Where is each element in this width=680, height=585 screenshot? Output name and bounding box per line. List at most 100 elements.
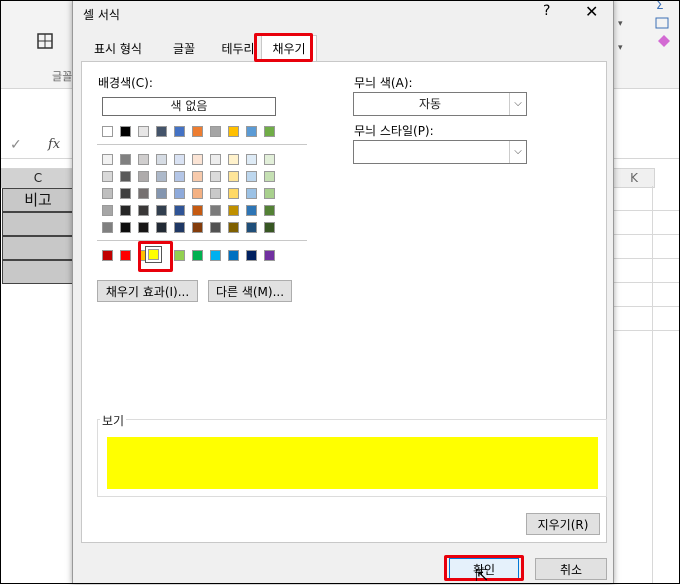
standard-color-swatch[interactable] — [192, 250, 203, 261]
tint-color-swatch[interactable] — [246, 205, 257, 216]
standard-color-swatch[interactable] — [264, 250, 275, 261]
grid-line — [613, 258, 680, 259]
tint-color-swatch[interactable] — [210, 205, 221, 216]
pattern-color-select[interactable]: 자동 ⌵ — [353, 92, 527, 116]
cell-c-header[interactable]: 비고 — [2, 188, 74, 212]
tint-color-swatch[interactable] — [174, 188, 185, 199]
theme-color-swatch[interactable] — [174, 126, 185, 137]
theme-color-swatch[interactable] — [264, 126, 275, 137]
standard-color-swatch[interactable] — [228, 250, 239, 261]
tint-color-swatch[interactable] — [120, 154, 131, 165]
tint-color-swatch[interactable] — [156, 188, 167, 199]
grid-line — [613, 330, 680, 331]
ribbon-right-tools: Σ ▾ ▾ — [614, 0, 680, 88]
tint-color-swatch[interactable] — [102, 154, 113, 165]
theme-color-swatch[interactable] — [228, 126, 239, 137]
help-icon[interactable]: ? — [543, 3, 550, 19]
tint-color-swatch[interactable] — [138, 205, 149, 216]
tint-color-swatch[interactable] — [210, 188, 221, 199]
tint-color-swatch[interactable] — [156, 205, 167, 216]
cancel-entry-icon[interactable]: ✓ — [10, 137, 22, 153]
tint-color-swatch[interactable] — [192, 188, 203, 199]
standard-color-swatch[interactable] — [102, 250, 113, 261]
tint-color-swatch[interactable] — [210, 222, 221, 233]
standard-color-swatch[interactable] — [174, 250, 185, 261]
cell-c-row[interactable] — [2, 212, 74, 236]
tint-color-swatch[interactable] — [264, 171, 275, 182]
standard-color-swatch[interactable] — [120, 250, 131, 261]
theme-color-swatch[interactable] — [192, 126, 203, 137]
tint-color-swatch[interactable] — [174, 171, 185, 182]
tint-color-swatch[interactable] — [138, 188, 149, 199]
no-color-button[interactable]: 색 없음 — [102, 97, 276, 116]
column-header-c[interactable]: C — [0, 168, 76, 188]
theme-color-swatch[interactable] — [102, 126, 113, 137]
tint-color-swatch[interactable] — [264, 188, 275, 199]
fill-effects-button[interactable]: 채우기 효과(I)... — [97, 280, 198, 302]
tint-color-swatch[interactable] — [192, 154, 203, 165]
tint-color-swatch[interactable] — [156, 154, 167, 165]
cell-c-row[interactable] — [2, 236, 74, 260]
grid-line — [652, 186, 653, 584]
tint-color-swatch[interactable] — [210, 171, 221, 182]
tint-color-swatch[interactable] — [264, 222, 275, 233]
tint-color-swatch[interactable] — [120, 205, 131, 216]
cancel-button[interactable]: 취소 — [535, 558, 607, 580]
pattern-style-value — [354, 141, 506, 163]
borders-button[interactable] — [36, 32, 56, 50]
tab-font[interactable]: 글꼴 — [157, 37, 211, 61]
tint-color-swatch[interactable] — [228, 205, 239, 216]
insert-function-icon[interactable]: fx — [48, 137, 60, 152]
more-colors-button[interactable]: 다른 색(M)... — [208, 280, 292, 302]
tint-color-swatch[interactable] — [120, 222, 131, 233]
tint-color-swatch[interactable] — [174, 222, 185, 233]
tint-color-swatch[interactable] — [228, 188, 239, 199]
cell-c-row[interactable] — [2, 260, 74, 284]
separator — [97, 144, 307, 145]
tint-color-swatch[interactable] — [192, 171, 203, 182]
tint-color-swatch[interactable] — [174, 205, 185, 216]
tint-color-swatch[interactable] — [192, 205, 203, 216]
tint-color-swatch[interactable] — [102, 171, 113, 182]
tint-color-swatch[interactable] — [210, 154, 221, 165]
tint-color-swatch[interactable] — [102, 188, 113, 199]
grid-line — [613, 282, 680, 283]
tint-color-swatch[interactable] — [246, 188, 257, 199]
tint-color-swatch[interactable] — [156, 171, 167, 182]
clear-button[interactable]: 지우기(R) — [526, 513, 600, 535]
tint-color-swatch[interactable] — [264, 154, 275, 165]
tint-color-swatch[interactable] — [102, 205, 113, 216]
tint-color-swatch[interactable] — [138, 171, 149, 182]
tint-color-swatch[interactable] — [138, 222, 149, 233]
standard-color-swatch[interactable] — [246, 250, 257, 261]
swatch-yellow — [148, 249, 159, 260]
tint-color-swatch[interactable] — [156, 222, 167, 233]
tint-color-swatch[interactable] — [246, 171, 257, 182]
tint-color-swatch[interactable] — [228, 222, 239, 233]
theme-color-swatch[interactable] — [120, 126, 131, 137]
tint-color-swatch[interactable] — [228, 171, 239, 182]
theme-color-swatch[interactable] — [246, 126, 257, 137]
close-icon[interactable]: ✕ — [585, 2, 598, 21]
chevron-down-icon: ⌵ — [509, 93, 526, 115]
tint-color-swatch[interactable] — [264, 205, 275, 216]
tint-color-swatch[interactable] — [192, 222, 203, 233]
tint-color-swatch[interactable] — [246, 222, 257, 233]
tint-color-swatch[interactable] — [246, 154, 257, 165]
swatch-yellow-selected[interactable] — [145, 246, 162, 263]
tab-number[interactable]: 표시 형식 — [83, 37, 153, 61]
pattern-style-select[interactable]: ⌵ — [353, 140, 527, 164]
standard-color-swatch[interactable] — [210, 250, 221, 261]
dialog-title: 셀 서식 — [83, 8, 120, 22]
theme-color-swatch[interactable] — [138, 126, 149, 137]
theme-color-swatch[interactable] — [210, 126, 221, 137]
preview-label: 보기 — [100, 412, 127, 429]
column-header-k[interactable]: K — [613, 168, 655, 188]
tint-color-swatch[interactable] — [174, 154, 185, 165]
tint-color-swatch[interactable] — [120, 188, 131, 199]
tint-color-swatch[interactable] — [120, 171, 131, 182]
theme-color-swatch[interactable] — [156, 126, 167, 137]
tint-color-swatch[interactable] — [228, 154, 239, 165]
tint-color-swatch[interactable] — [102, 222, 113, 233]
tint-color-swatch[interactable] — [138, 154, 149, 165]
